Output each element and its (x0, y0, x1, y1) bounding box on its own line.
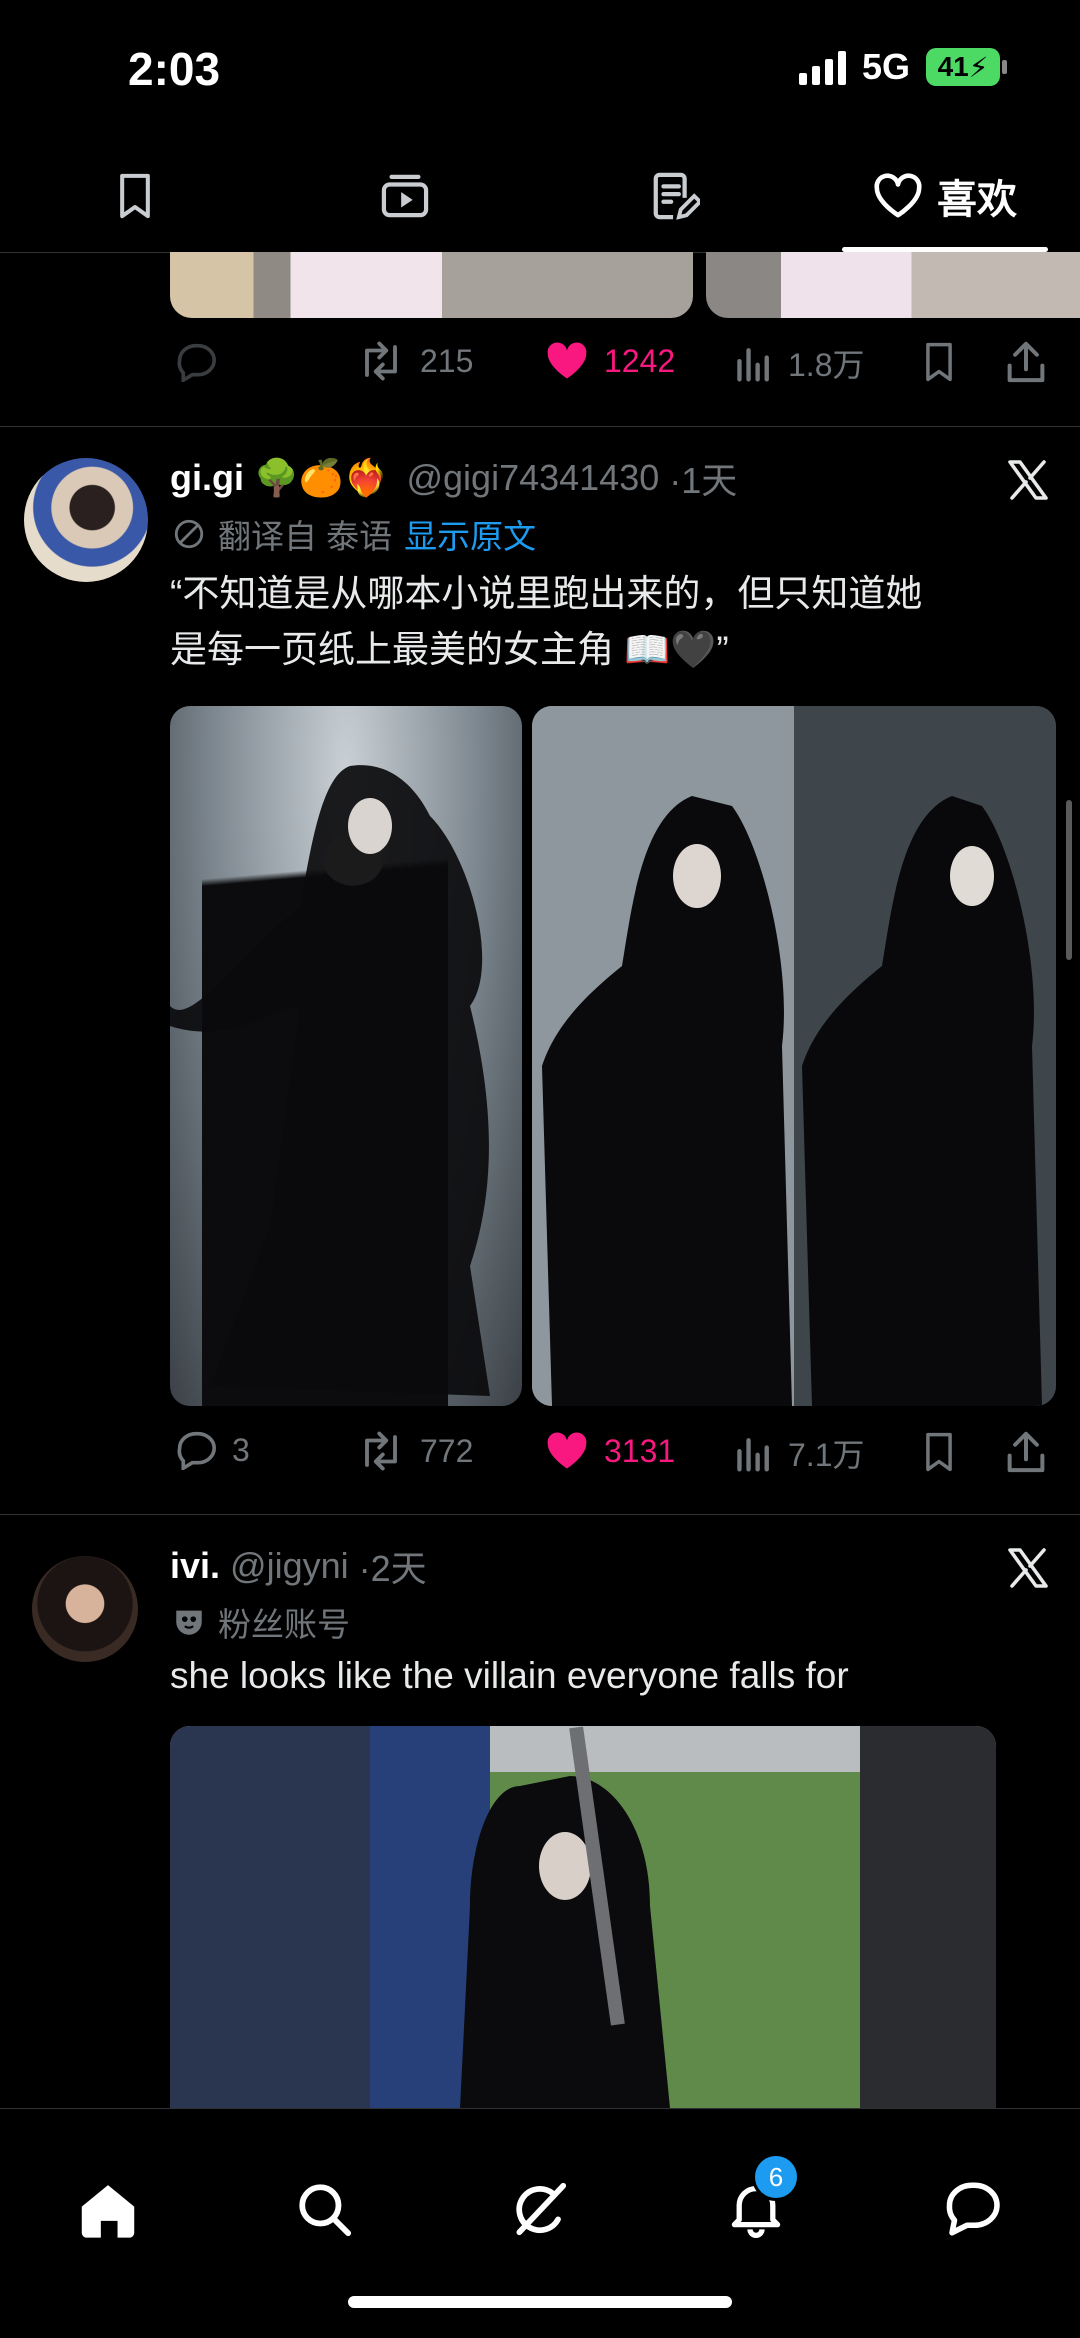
like-button[interactable]: 1242 (544, 340, 675, 382)
bookmark-button[interactable] (920, 340, 958, 384)
home-indicator[interactable] (348, 2296, 732, 2308)
prev-tweet-image-2[interactable] (706, 252, 1080, 318)
name-emoji: 🌳🍊❤️‍🔥 (254, 457, 389, 498)
fan-account-text: 粉丝账号 (218, 1606, 350, 1643)
bookmark-icon (120, 173, 150, 219)
share-button[interactable] (1006, 1430, 1046, 1474)
status-indicators: 5G 41 ⚡ (798, 46, 1007, 88)
tweet-divider (0, 426, 1080, 427)
heart-filled-icon (547, 342, 587, 379)
show-original-link[interactable]: 显示原文 (404, 510, 536, 558)
status-time: 2:03 (128, 43, 221, 95)
profile-tabs: 喜欢 (0, 140, 1080, 253)
translated-from: 翻译自 泰语 (218, 518, 393, 555)
share-icon (1007, 1431, 1045, 1473)
tab-articles[interactable] (540, 140, 810, 252)
retweet-button[interactable]: 772 (356, 1430, 473, 1472)
handle[interactable]: @gigi74341430 (406, 457, 659, 499)
tweet1-image-1[interactable] (170, 706, 522, 1406)
search-icon (299, 2184, 352, 2237)
translation-info: 翻译自 泰语 显示原文 (172, 510, 536, 558)
display-name[interactable]: ivi. (170, 1545, 220, 1587)
tweet2-header: ivi. @jigyni ·2天 (170, 1540, 427, 1592)
tweet1-header: gi.gi 🌳🍊❤️‍🔥 @gigi74341430 ·1天 (170, 452, 737, 504)
timestamp: ·1天 (669, 460, 738, 501)
network-type: 5G (861, 46, 910, 87)
tweet1-image-2[interactable] (532, 706, 1056, 1406)
fan-account-label: 粉丝账号 (172, 1598, 350, 1646)
views-count: 7.1万 (788, 1437, 865, 1473)
display-name[interactable]: gi.gi (170, 457, 244, 499)
tweet2-text: she looks like the villain everyone fall… (170, 1655, 849, 1696)
prev-tweet-image-1[interactable] (170, 252, 693, 318)
retweet-icon (365, 341, 397, 381)
scene-silhouette (170, 1726, 996, 2108)
home-icon (81, 2185, 135, 2238)
like-button[interactable]: 3131 (544, 1430, 675, 1472)
tweet-divider (0, 1514, 1080, 1515)
signal-icon (798, 49, 846, 85)
reply-count: 3 (232, 1431, 250, 1468)
tweet1-text-line2: 是每一页纸上最美的女主角 📖🖤” (170, 629, 729, 670)
mask-icon (176, 1610, 202, 1635)
nav-notifications[interactable]: 6 (716, 2153, 800, 2249)
reply-button[interactable]: 3 (174, 1430, 250, 1470)
scroll-indicator[interactable] (1066, 800, 1072, 960)
views-button[interactable]: 7.1万 (734, 1430, 865, 1476)
tab-likes[interactable]: 喜欢 (810, 140, 1080, 252)
reply-button[interactable] (174, 342, 218, 382)
tweet1-text: “不知道是从哪本小说里跑出来的，但只知道她 是每一页纸上最美的女主角 📖🖤” (170, 566, 1050, 678)
figures-silhouette (532, 706, 1056, 1406)
retweet-count: 215 (420, 342, 474, 379)
battery-level: 41 (937, 51, 969, 82)
x-logo-icon[interactable] (1004, 456, 1052, 504)
handle[interactable]: @jigyni (230, 1545, 349, 1587)
messages-icon (946, 2182, 1000, 2236)
like-count: 3131 (604, 1432, 676, 1469)
retweet-icon (365, 1431, 397, 1471)
grok-icon (516, 2182, 567, 2236)
article-icon (653, 172, 700, 220)
tweet1-text-line1: “不知道是从哪本小说里跑出来的，但只知道她 (170, 573, 923, 614)
heart-filled-icon (547, 1432, 587, 1469)
views-icon (737, 348, 769, 382)
views-icon (737, 1438, 769, 1472)
tab-bookmarks[interactable] (0, 140, 270, 252)
notifications-badge: 6 (752, 2153, 800, 2201)
timestamp: ·2天 (358, 1548, 427, 1589)
heart-outline-icon (874, 173, 922, 218)
x-logo-icon[interactable] (1004, 1544, 1052, 1592)
avatar-ivi[interactable] (32, 1556, 138, 1662)
retweet-count: 772 (420, 1432, 474, 1469)
share-icon (1007, 341, 1045, 383)
reply-icon (177, 343, 216, 382)
nav-grok[interactable] (500, 2169, 580, 2249)
bookmark-button[interactable] (920, 1430, 958, 1474)
bookmark-icon (926, 342, 952, 382)
tweet2-image[interactable] (170, 1726, 996, 2108)
retweet-button[interactable]: 215 (356, 340, 473, 382)
like-count: 1242 (604, 342, 676, 379)
video-icon (381, 174, 429, 218)
nav-messages[interactable] (932, 2169, 1012, 2249)
tab-likes-label: 喜欢 (937, 178, 1017, 222)
figure-silhouette (170, 765, 490, 1396)
share-button[interactable] (1006, 340, 1046, 384)
tab-videos[interactable] (270, 140, 540, 252)
views-button[interactable]: 1.8万 (734, 340, 865, 386)
nav-search[interactable] (284, 2169, 364, 2249)
bookmark-icon (926, 1432, 952, 1472)
views-count: 1.8万 (788, 347, 865, 383)
reply-icon (177, 1431, 216, 1470)
avatar-gigi[interactable] (24, 458, 148, 582)
battery-icon: 41 ⚡ (926, 48, 1007, 86)
nav-home[interactable] (68, 2169, 148, 2249)
translate-icon (174, 519, 204, 549)
